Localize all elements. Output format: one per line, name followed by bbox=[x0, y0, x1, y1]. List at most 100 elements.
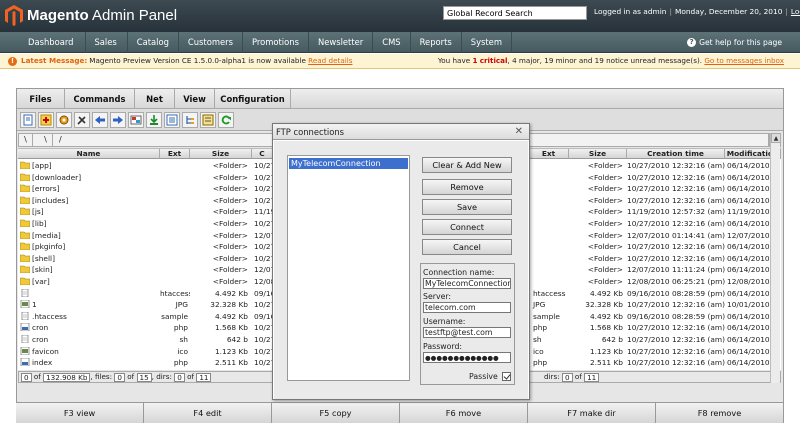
table-row[interactable]: cron php 1.568 Kb 10/27 bbox=[18, 322, 273, 333]
scroll-up-icon[interactable]: ▲ bbox=[771, 133, 781, 143]
nav-customers[interactable]: Customers bbox=[179, 32, 243, 53]
save-button[interactable]: Save bbox=[422, 199, 512, 215]
table-row[interactable]: cron sh 642 b 10/27 bbox=[18, 334, 273, 345]
vertical-scrollbar[interactable]: ▲ bbox=[770, 133, 781, 383]
menu-commands[interactable]: Commands bbox=[65, 89, 135, 109]
compare-icon[interactable] bbox=[128, 111, 144, 128]
arrow-left-icon[interactable] bbox=[92, 111, 108, 128]
table-row[interactable]: [app] <Folder> 10/27 bbox=[18, 160, 273, 171]
remove-button[interactable]: Remove bbox=[422, 179, 512, 195]
connection-name-field[interactable]: MyTelecomConnection bbox=[423, 278, 511, 289]
table-row[interactable]: <Folder> 10/27/2010 12:32:16 (am) 06/14/20… bbox=[529, 172, 781, 183]
nav-sales[interactable]: Sales bbox=[86, 32, 128, 53]
table-row[interactable]: [errors] <Folder> 10/27 bbox=[18, 183, 273, 194]
clear-add-new-button[interactable]: Clear & Add New bbox=[422, 157, 512, 173]
table-row[interactable]: <Folder> 10/27/2010 12:32:16 (am) 06/14/20… bbox=[529, 195, 781, 206]
table-row[interactable]: sh 642 b 10/27/2010 12:32:16 (am) 06/14/201… bbox=[529, 334, 781, 345]
table-row[interactable]: [shell] <Folder> 10/27 bbox=[18, 253, 273, 264]
table-row[interactable]: php 2.511 Kb 10/27/2010 12:32:16 (am) 06/14… bbox=[529, 357, 781, 368]
nav-reports[interactable]: Reports bbox=[411, 32, 462, 53]
right-path-bar[interactable] bbox=[529, 133, 769, 147]
dialog-title-bar[interactable]: FTP connections ✕ bbox=[273, 124, 529, 140]
menu-view[interactable]: View bbox=[175, 89, 215, 109]
connection-list[interactable]: MyTelecomConnection bbox=[287, 155, 410, 381]
table-row[interactable]: sample 4.492 Kb 09/16/2010 08:28:59 (pm) 06… bbox=[529, 311, 781, 322]
table-row[interactable]: index php 2.511 Kb 10/27 bbox=[18, 357, 273, 368]
cancel-button[interactable]: Cancel bbox=[422, 239, 512, 255]
table-row[interactable]: <Folder> 12/07/2010 11:11:24 (pm) 06/14/20… bbox=[529, 264, 781, 275]
checkbox-checked-icon[interactable] bbox=[501, 372, 511, 381]
col-name[interactable]: Name bbox=[18, 149, 160, 159]
logout-link[interactable]: Log Out bbox=[791, 7, 800, 16]
menu-files[interactable]: Files bbox=[17, 89, 65, 109]
table-row[interactable]: <Folder> 12/08/2010 06:25:21 (pm) 12/08/20… bbox=[529, 276, 781, 287]
col-size[interactable]: Size bbox=[569, 149, 627, 159]
f4-edit-button[interactable]: F4 edit bbox=[144, 403, 272, 423]
f7-make-dir-button[interactable]: F7 make dir bbox=[528, 403, 656, 423]
table-row[interactable]: JPG 32.328 Kb 10/27/2010 12:32:16 (am) 10/0… bbox=[529, 299, 781, 310]
f5-copy-button[interactable]: F5 copy bbox=[272, 403, 400, 423]
magento-logo[interactable]: Magento Admin Panel bbox=[4, 4, 177, 26]
nav-system[interactable]: System bbox=[462, 32, 512, 53]
connect-button[interactable]: Connect bbox=[422, 219, 512, 235]
table-row[interactable]: [var] <Folder> 12/08 bbox=[18, 276, 273, 287]
nav-cms[interactable]: CMS bbox=[373, 32, 411, 53]
messages-inbox-link[interactable]: Go to messages inbox bbox=[704, 56, 784, 65]
global-search-input[interactable] bbox=[443, 6, 587, 20]
server-field[interactable]: telecom.com bbox=[423, 302, 511, 313]
tools-icon[interactable] bbox=[74, 111, 90, 128]
table-row[interactable]: ico 1.123 Kb 10/27/2010 12:32:16 (am) 06/14… bbox=[529, 346, 781, 357]
tree-icon[interactable] bbox=[182, 111, 198, 128]
table-row[interactable]: .htaccess sample 4.492 Kb 09/16 bbox=[18, 311, 273, 322]
table-row[interactable]: php 1.568 Kb 10/27/2010 12:32:16 (am) 06/14… bbox=[529, 322, 781, 333]
table-row[interactable]: <Folder> 10/27/2010 12:32:16 (am) 06/14/20… bbox=[529, 160, 781, 171]
col-ext[interactable]: Ext bbox=[529, 149, 569, 159]
nav-promotions[interactable]: Promotions bbox=[243, 32, 309, 53]
table-row[interactable]: <Folder> 10/27/2010 12:32:16 (am) 06/14/20… bbox=[529, 241, 781, 252]
col-ext[interactable]: Ext bbox=[160, 149, 190, 159]
table-row[interactable]: htaccess 4.492 Kb 09/16 bbox=[18, 288, 273, 299]
connection-item[interactable]: MyTelecomConnection bbox=[289, 158, 408, 169]
left-path-bar[interactable]: \ \ / bbox=[18, 133, 276, 147]
gear-icon[interactable] bbox=[56, 111, 72, 128]
arrow-right-icon[interactable] bbox=[110, 111, 126, 128]
table-row[interactable]: <Folder> 10/27/2010 12:32:16 (am) 06/14/20… bbox=[529, 253, 781, 264]
table-row[interactable]: <Folder> 10/27/2010 12:32:16 (am) 06/14/20… bbox=[529, 218, 781, 229]
nav-newsletter[interactable]: Newsletter bbox=[309, 32, 374, 53]
table-row[interactable]: favicon ico 1.123 Kb 10/27 bbox=[18, 346, 273, 357]
nav-dashboard[interactable]: Dashboard bbox=[0, 32, 87, 53]
table-row[interactable]: htaccess 4.492 Kb 09/16/2010 08:28:59 (pm)… bbox=[529, 288, 781, 299]
username-field[interactable]: testftp@test.com bbox=[423, 327, 511, 338]
table-row[interactable]: [media] <Folder> 12/07 bbox=[18, 230, 273, 241]
password-field[interactable]: ●●●●●●●●●●●●● bbox=[423, 352, 511, 363]
col-size[interactable]: Size bbox=[190, 149, 252, 159]
table-row[interactable]: <Folder> 12/07/2010 01:14:41 (am) 12/07/20… bbox=[529, 230, 781, 241]
download-icon[interactable] bbox=[146, 111, 162, 128]
table-row[interactable]: [lib] <Folder> 10/27 bbox=[18, 218, 273, 229]
plus-icon[interactable] bbox=[38, 111, 54, 128]
f6-move-button[interactable]: F6 move bbox=[400, 403, 528, 423]
menu-configuration[interactable]: Configuration bbox=[215, 89, 291, 109]
table-row[interactable]: [downloader] <Folder> 10/27 bbox=[18, 172, 273, 183]
table-row[interactable]: [pkginfo] <Folder> 10/27 bbox=[18, 241, 273, 252]
col-created[interactable]: C bbox=[252, 149, 273, 159]
list-icon[interactable] bbox=[164, 111, 180, 128]
table-row[interactable]: [skin] <Folder> 12/07 bbox=[18, 264, 273, 275]
read-details-link[interactable]: Read details bbox=[308, 54, 352, 68]
table-row[interactable]: [js] <Folder> 11/19 bbox=[18, 206, 273, 217]
table-row[interactable]: <Folder> 10/27/2010 12:32:16 (am) 06/14/20… bbox=[529, 183, 781, 194]
table-row[interactable]: 1 JPG 32.328 Kb 10/27 bbox=[18, 299, 273, 310]
nav-catalog[interactable]: Catalog bbox=[128, 32, 179, 53]
close-icon[interactable]: ✕ bbox=[515, 126, 523, 138]
help-link[interactable]: ? Get help for this page bbox=[687, 38, 782, 47]
f8-remove-button[interactable]: F8 remove bbox=[656, 403, 784, 423]
page-icon[interactable] bbox=[20, 111, 36, 128]
view-icon[interactable] bbox=[200, 111, 216, 128]
passive-checkbox[interactable]: Passive bbox=[469, 372, 511, 381]
menu-net[interactable]: Net bbox=[135, 89, 175, 109]
table-row[interactable]: [includes] <Folder> 10/27 bbox=[18, 195, 273, 206]
f3-view-button[interactable]: F3 view bbox=[16, 403, 144, 423]
refresh-icon[interactable] bbox=[218, 111, 234, 128]
table-row[interactable]: <Folder> 11/19/2010 12:57:32 (am) 11/19/20… bbox=[529, 206, 781, 217]
col-creation-time[interactable]: Creation time bbox=[627, 149, 725, 159]
